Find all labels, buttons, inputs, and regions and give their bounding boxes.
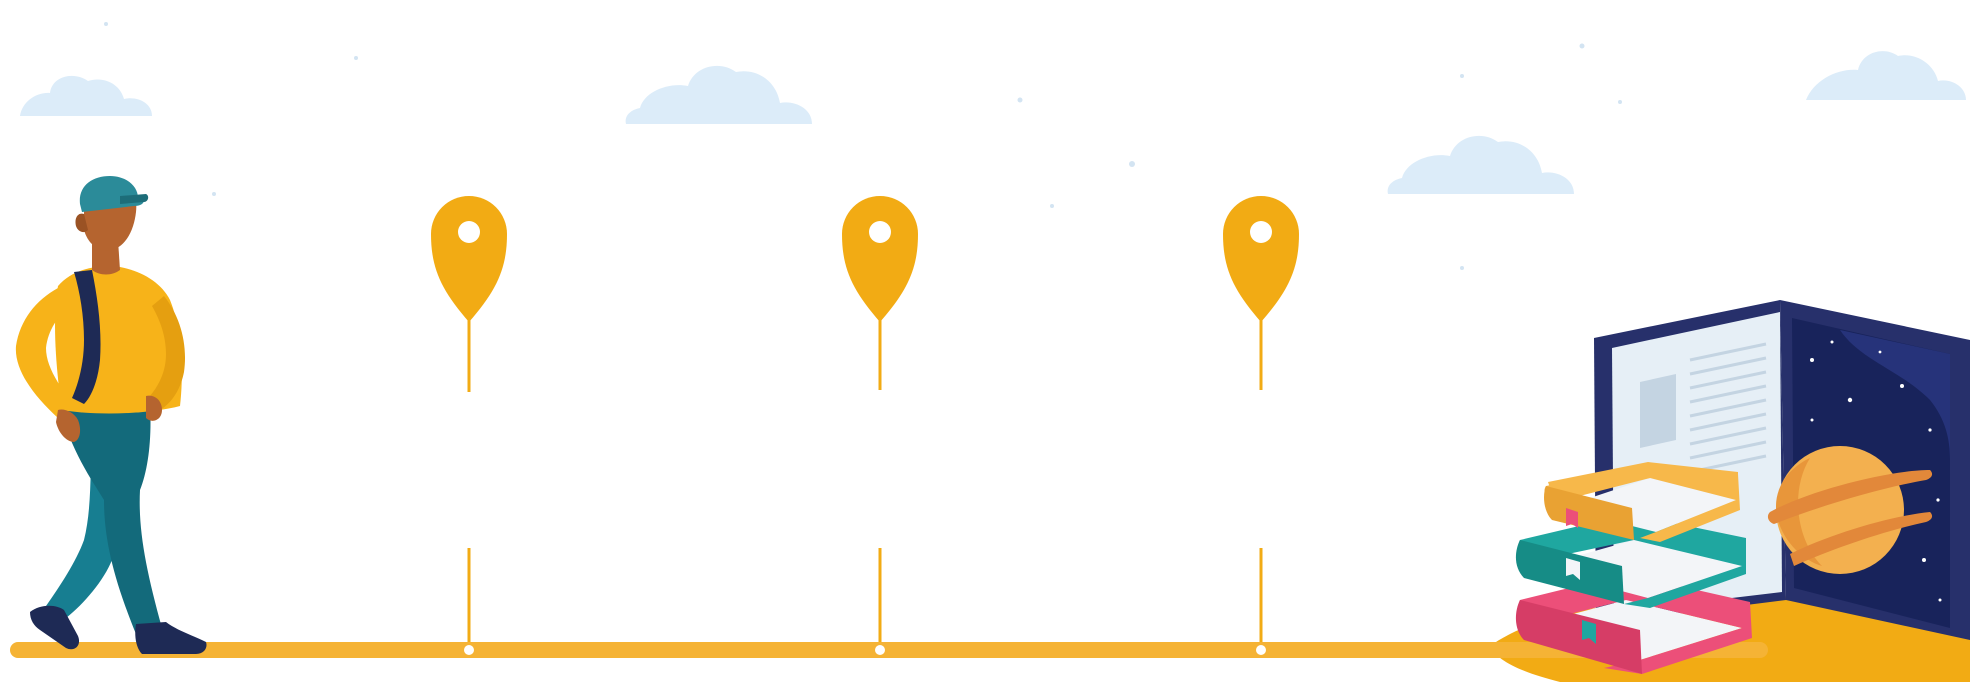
book-stack-illustration <box>1515 462 1752 674</box>
walking-student-illustration <box>15 176 207 654</box>
star <box>1938 598 1942 602</box>
learning-journey-scene <box>10 22 1970 682</box>
cloud-3 <box>1387 135 1574 194</box>
star <box>1810 418 1814 422</box>
milestone-node <box>461 642 477 658</box>
sparkle <box>212 192 216 196</box>
sparkle <box>104 22 108 26</box>
sparkle <box>1129 161 1135 167</box>
map-pin-hole <box>1250 221 1272 243</box>
map-pin-icon <box>1223 196 1299 322</box>
sparkle <box>1618 100 1622 104</box>
star <box>1847 397 1853 403</box>
milestone-node <box>872 642 888 658</box>
milestone-3 <box>1223 196 1299 658</box>
map-pin-hole <box>869 221 891 243</box>
sparkle <box>1579 43 1585 49</box>
milestone-1 <box>431 196 507 658</box>
sparkle <box>1460 74 1464 78</box>
star <box>1810 358 1814 362</box>
map-pin-icon <box>431 196 507 322</box>
star <box>1928 428 1932 432</box>
map-pin-hole <box>458 221 480 243</box>
sparkle <box>1050 204 1054 208</box>
star <box>1830 340 1834 344</box>
star <box>1878 350 1882 354</box>
map-pin-icon <box>842 196 918 322</box>
clouds <box>20 51 1966 194</box>
cloud-2 <box>625 65 812 124</box>
sparkle <box>354 56 358 60</box>
star <box>1936 498 1940 502</box>
sparkle <box>1460 266 1464 270</box>
cloud-1 <box>20 75 152 116</box>
student-front-shoe <box>135 622 207 654</box>
milestones <box>431 196 1299 658</box>
star <box>1922 558 1926 562</box>
star <box>1900 384 1904 388</box>
book-page-image <box>1640 374 1676 448</box>
milestone-node <box>1253 642 1269 658</box>
milestone-2 <box>842 196 918 658</box>
sparkle <box>1017 97 1023 103</box>
cloud-4 <box>1806 51 1966 100</box>
